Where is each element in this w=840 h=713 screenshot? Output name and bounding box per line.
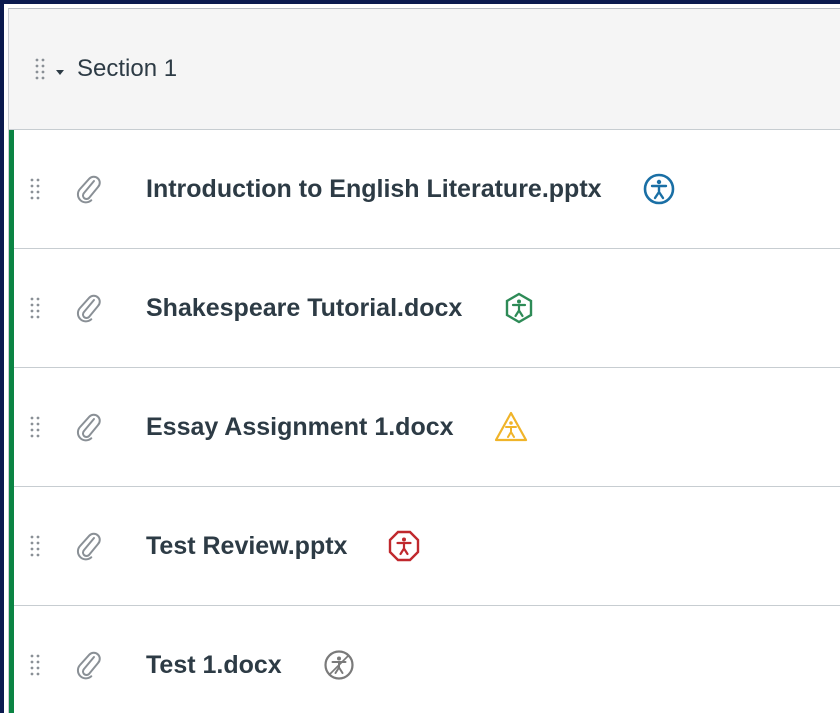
drag-handle-icon[interactable]: [30, 178, 40, 200]
paperclip-icon: [74, 531, 104, 561]
accessibility-circle-gray-icon[interactable]: [322, 648, 356, 682]
module-item[interactable]: Essay Assignment 1.docx: [14, 368, 840, 487]
drag-handle-icon[interactable]: [30, 535, 40, 557]
file-link[interactable]: Essay Assignment 1.docx: [146, 413, 454, 442]
module-item[interactable]: Test Review.pptx: [14, 487, 840, 606]
accessibility-circle-icon[interactable]: [642, 172, 676, 206]
module-item[interactable]: Introduction to English Literature.pptx: [14, 130, 840, 249]
section-header[interactable]: Section 1: [9, 9, 840, 130]
paperclip-icon: [74, 293, 104, 323]
module-items-list: Introduction to English Literature.pptx: [9, 130, 840, 713]
drag-handle-icon[interactable]: [30, 416, 40, 438]
paperclip-icon: [74, 174, 104, 204]
section-title[interactable]: Section 1: [77, 55, 177, 83]
window-frame: Section 1 Introduction to English Litera…: [0, 0, 840, 713]
file-link[interactable]: Shakespeare Tutorial.docx: [146, 294, 462, 323]
paperclip-icon: [74, 412, 104, 442]
drag-handle-icon[interactable]: [35, 58, 45, 80]
accessibility-hexagon-icon[interactable]: [502, 291, 536, 325]
file-link[interactable]: Introduction to English Literature.pptx: [146, 175, 602, 204]
paperclip-icon: [74, 650, 104, 680]
drag-handle-icon[interactable]: [30, 654, 40, 676]
file-link[interactable]: Test Review.pptx: [146, 532, 347, 561]
file-link[interactable]: Test 1.docx: [146, 651, 282, 680]
accessibility-octagon-icon[interactable]: [387, 529, 421, 563]
caret-down-icon[interactable]: [55, 64, 65, 75]
module-container: Section 1 Introduction to English Litera…: [8, 8, 840, 713]
module-item[interactable]: Test 1.docx: [14, 606, 840, 713]
module-item[interactable]: Shakespeare Tutorial.docx: [14, 249, 840, 368]
drag-handle-icon[interactable]: [30, 297, 40, 319]
accessibility-triangle-warning-icon[interactable]: [494, 410, 528, 444]
